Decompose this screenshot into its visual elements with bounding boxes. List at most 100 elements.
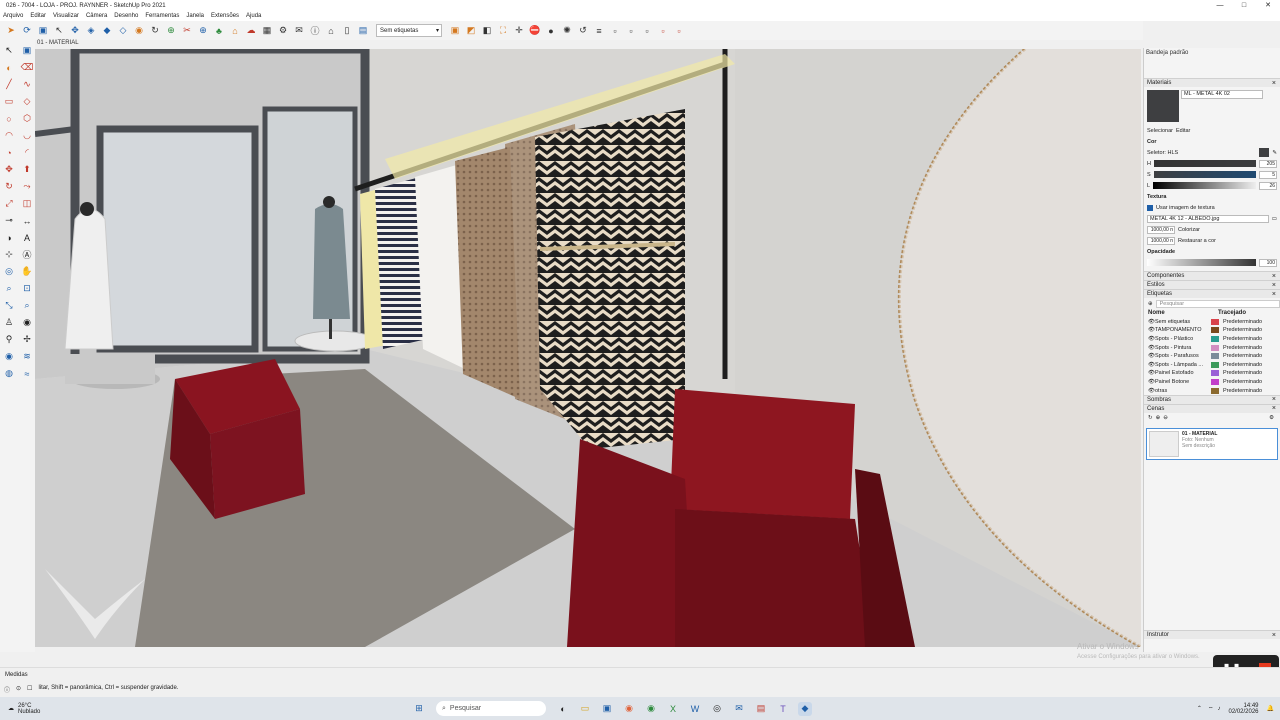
s-slider[interactable] — [1153, 171, 1256, 178]
remove-scene-icon[interactable]: ⊖ — [1163, 415, 1168, 421]
rectangle-icon[interactable]: ▭ — [2, 95, 16, 108]
menu-ferramentas[interactable]: Ferramentas — [145, 13, 179, 19]
opacity-value[interactable]: 100 — [1259, 258, 1277, 267]
zoom-window-icon[interactable]: ⊡ — [20, 282, 34, 295]
sandbox2-icon[interactable]: ≋ — [20, 350, 34, 363]
menu-camera[interactable]: Câmera — [86, 13, 107, 19]
menu-arquivo[interactable]: Arquivo — [3, 13, 23, 19]
house-icon[interactable]: ⌂ — [228, 24, 242, 38]
use-texture-checkbox[interactable] — [1147, 204, 1153, 211]
pdf-icon[interactable]: ▤ — [754, 702, 768, 716]
clock-date[interactable]: 02/02/2026 — [1228, 709, 1258, 715]
network-icon[interactable]: ⌔ — [1208, 705, 1214, 713]
tag-color[interactable] — [1210, 379, 1219, 386]
door-icon[interactable]: ▯ — [340, 24, 354, 38]
layers-icon[interactable]: ≡ — [592, 24, 606, 38]
tag-row[interactable]: 👁 TAMPONAMENTO Predeterminado — [1144, 326, 1280, 335]
texture-width[interactable]: 1000,00 n — [1147, 225, 1175, 234]
h-value[interactable]: 205 — [1259, 159, 1277, 168]
refresh-icon[interactable]: ↻ — [148, 24, 162, 38]
tag-row[interactable]: 👁 Spots - Lâmpada ... Predeterminado — [1144, 361, 1280, 370]
eye-icon[interactable]: 👁 — [1148, 327, 1155, 333]
previous-view-icon[interactable]: ⌕ — [20, 299, 34, 312]
file-explorer-icon[interactable]: ▭ — [578, 702, 592, 716]
maximize-button[interactable]: □ — [1232, 0, 1256, 11]
view-front-icon[interactable]: ◇ — [116, 24, 130, 38]
gear-icon[interactable]: ✺ — [560, 24, 574, 38]
rotate-tool-icon[interactable]: ↻ — [2, 180, 16, 193]
pointer-icon[interactable]: ↖ — [52, 24, 66, 38]
s-value[interactable]: 5 — [1259, 170, 1277, 179]
styles-section[interactable]: Estilos — [1144, 280, 1280, 289]
pan-icon[interactable]: ✋ — [20, 265, 34, 278]
sandbox-icon[interactable]: ◉ — [2, 350, 16, 363]
cut-icon[interactable]: ✂ — [180, 24, 194, 38]
zoom-icon[interactable]: ⌕ — [2, 282, 16, 295]
tag-row[interactable]: 👁 Painel Botone Predeterminado — [1144, 378, 1280, 387]
protractor-icon[interactable]: ◑ — [2, 231, 16, 244]
arc3-icon[interactable]: ◜ — [20, 146, 34, 159]
tag-col-name[interactable]: Nome — [1148, 310, 1204, 316]
section-icon[interactable]: ✢ — [20, 333, 34, 346]
circle-info-icon[interactable]: ● — [544, 24, 558, 38]
h-slider[interactable] — [1153, 160, 1256, 167]
dimension-icon[interactable]: ↔ — [20, 214, 34, 227]
mail-app-icon[interactable]: ✉ — [732, 702, 746, 716]
tag-color[interactable] — [1210, 353, 1219, 360]
selector-dropdown[interactable]: Seletor: HLS — [1147, 150, 1178, 156]
tag-search-input[interactable]: Pesquisar — [1155, 299, 1280, 308]
menu-editar[interactable]: Editar — [30, 13, 46, 19]
scale-icon[interactable]: ⤢ — [2, 197, 16, 210]
credit-icon[interactable]: ⊙ — [16, 685, 21, 694]
tag-row[interactable]: 👁 Sem etiquetas Predeterminado — [1144, 318, 1280, 327]
eye-icon[interactable]: 👁 — [1148, 362, 1155, 368]
3d-viewport[interactable] — [35, 49, 1141, 647]
move-icon[interactable]: ✥ — [68, 24, 82, 38]
tape-measure-icon[interactable]: ⊸ — [2, 214, 16, 227]
rotate-icon[interactable]: ↺ — [576, 24, 590, 38]
look-around-icon[interactable]: ◉ — [20, 316, 34, 329]
circle-icon[interactable]: ○ — [2, 112, 16, 125]
tag-row[interactable]: 👁 Spots - Plástico Predeterminado — [1144, 335, 1280, 344]
eye-icon[interactable]: 👁 — [1148, 388, 1155, 394]
polygon-icon[interactable]: ⬡ — [20, 112, 34, 125]
weather-icon[interactable]: ☁ — [8, 705, 14, 712]
zoom-extents-tool-icon[interactable]: ⤡ — [2, 299, 16, 312]
menu-visualizar[interactable]: Visualizar — [53, 13, 79, 19]
tag-color[interactable] — [1210, 387, 1219, 394]
menu-extensoes[interactable]: Extensões — [211, 13, 239, 19]
freehand-icon[interactable]: ∿ — [20, 78, 34, 91]
texture-file-field[interactable]: METAL 4K 12 - ALBEDO.jpg — [1147, 214, 1269, 223]
tag-selector[interactable]: Sem etiquetas ▾ — [376, 24, 442, 37]
text-icon[interactable]: A — [20, 231, 34, 244]
small-cube-3-icon[interactable]: ▫ — [640, 24, 654, 38]
rotated-rect-icon[interactable]: ◇ — [20, 95, 34, 108]
push-pull-icon[interactable]: ⬆ — [20, 163, 34, 176]
sandbox4-icon[interactable]: ≈ — [20, 367, 34, 380]
restore-color-label[interactable]: Restaurar a cor — [1178, 238, 1216, 244]
pie-icon[interactable]: ◔ — [2, 146, 16, 159]
checker-icon[interactable]: ▦ — [260, 24, 274, 38]
tag-color[interactable] — [1210, 327, 1219, 334]
eye-icon[interactable]: 👁 — [1148, 319, 1155, 325]
component-make-icon[interactable]: ▣ — [20, 44, 34, 57]
opacity-slider[interactable] — [1147, 259, 1256, 266]
eye-icon[interactable]: 👁 — [1148, 353, 1155, 359]
view-top-icon[interactable]: ◆ — [100, 24, 114, 38]
l-slider[interactable] — [1153, 182, 1256, 189]
menu-desenho[interactable]: Desenho — [114, 13, 138, 19]
3d-text-icon[interactable]: Ⓐ — [20, 248, 34, 261]
tag-row[interactable]: 👁 otras Predeterminado — [1144, 386, 1280, 395]
word-icon[interactable]: W — [688, 702, 702, 716]
edit-tab[interactable]: Editar — [1176, 128, 1190, 134]
tags-section[interactable]: Etiquetas — [1144, 289, 1280, 298]
small-cube-4-icon[interactable]: ▫ — [656, 24, 670, 38]
widgets-icon[interactable]: ◐ — [556, 702, 570, 716]
position-camera-icon[interactable]: ♙ — [2, 316, 16, 329]
add-icon[interactable]: ⊕ — [164, 24, 178, 38]
tag-color[interactable] — [1210, 336, 1219, 343]
box-icon[interactable]: ▣ — [448, 24, 462, 38]
small-cube-2-icon[interactable]: ▫ — [624, 24, 638, 38]
tag-color[interactable] — [1210, 318, 1219, 325]
component-icon[interactable]: ▣ — [36, 24, 50, 38]
